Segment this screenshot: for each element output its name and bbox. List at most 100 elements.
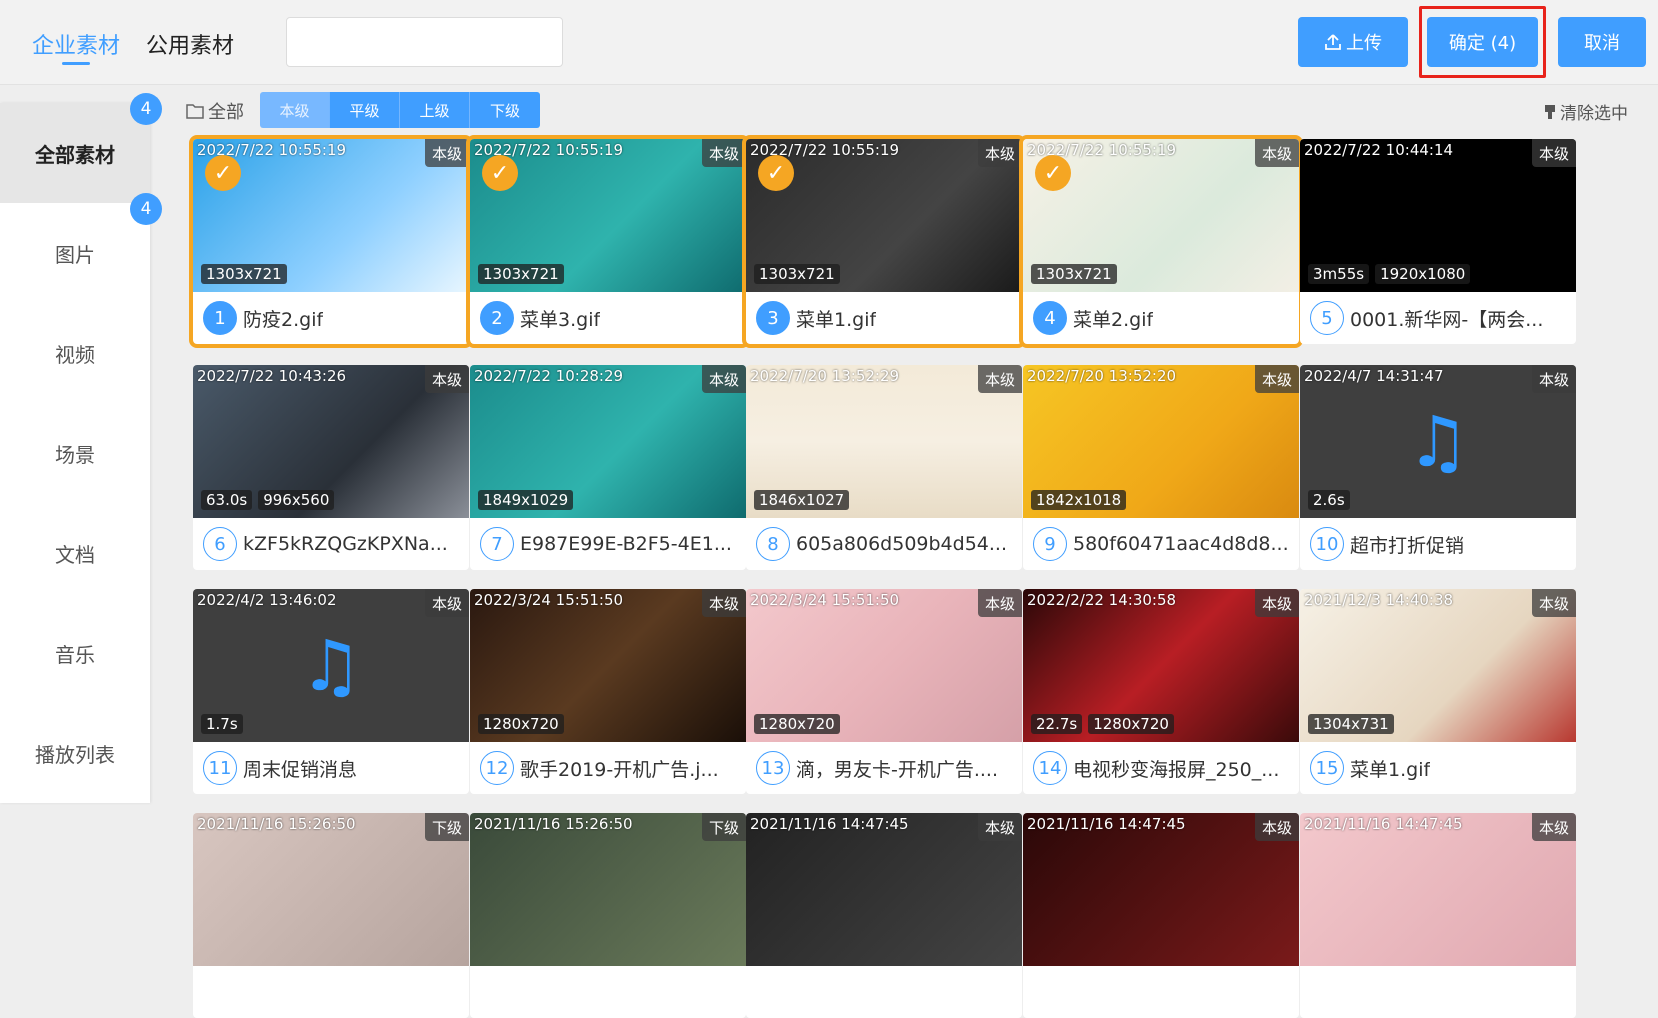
level-filter-peer[interactable]: 平级	[330, 92, 400, 128]
asset-thumbnail[interactable]: 2021/11/16 14:47:45 本级	[1300, 813, 1576, 966]
asset-card[interactable]: 2022/7/20 13:52:20 本级 1842x1018 9 580f60471a…	[1023, 365, 1299, 570]
asset-card[interactable]: 2022/7/22 10:55:19 本级 1303x721 ✓ 4 菜单2.gif	[1019, 135, 1303, 348]
upload-button[interactable]: 上传	[1298, 17, 1408, 67]
tab-public-assets[interactable]: 公用素材	[146, 28, 234, 60]
asset-timestamp: 2022/7/22 10:28:29	[474, 367, 624, 385]
category-sidebar: 全部素材 图片 视频 场景 文档 音乐 播放列表	[0, 103, 150, 803]
asset-thumbnail[interactable]: 2022/7/22 10:55:19 本级 1303x721 ✓	[1023, 139, 1299, 292]
all-folder-label: 全部	[208, 102, 244, 123]
asset-meta-item: 1303x721	[478, 264, 564, 284]
asset-card[interactable]: 2022/7/22 10:43:26 本级 63.0s 996x560 6 kZF5kRZ…	[193, 365, 469, 570]
asset-thumbnail[interactable]: 2022/7/22 10:55:19 本级 1303x721 ✓	[193, 139, 469, 292]
asset-filename: 防疫2.gif	[243, 308, 324, 331]
selected-check-icon[interactable]: ✓	[1035, 155, 1071, 191]
asset-thumbnail[interactable]: 2022/7/22 10:44:14 本级 3m55s 1920x1080	[1300, 139, 1576, 292]
asset-filename: 580f60471aac4d8d8...	[1073, 533, 1289, 555]
asset-timestamp: 2022/4/2 13:46:02	[197, 591, 337, 609]
asset-level-badge: 本级	[701, 365, 746, 393]
asset-thumbnail[interactable]: 2022/7/22 10:28:29 本级 1849x1029	[470, 365, 746, 518]
asset-index-badge: 4	[1033, 301, 1067, 335]
asset-card[interactable]: ♫ 2022/4/2 13:46:02 本级 1.7s 11 周末促销消息	[193, 589, 469, 794]
asset-caption: 4 菜单2.gif	[1023, 292, 1299, 344]
asset-card[interactable]: 2021/11/16 14:47:45 本级	[1023, 813, 1299, 1018]
asset-card[interactable]: 2021/12/3 14:40:38 本级 1304x731 15 菜单1.gif	[1300, 589, 1576, 794]
asset-thumbnail[interactable]: 2021/11/16 15:26:50 下级	[193, 813, 469, 966]
asset-card[interactable]: 2022/3/24 15:51:50 本级 1280x720 13 滴，男友卡-开机广告…	[746, 589, 1022, 794]
level-filter-self[interactable]: 本级	[260, 92, 330, 128]
asset-meta-item: 1849x1029	[478, 490, 574, 510]
asset-thumbnail[interactable]: ♫ 2022/4/2 13:46:02 本级 1.7s	[193, 589, 469, 742]
asset-card[interactable]: 2021/11/16 15:26:50 下级	[470, 813, 746, 1018]
asset-thumbnail[interactable]: ♫ 2022/4/7 14:31:47 本级 2.6s	[1300, 365, 1576, 518]
asset-meta: 1.7s	[201, 714, 243, 734]
asset-caption: 12 歌手2019-开机广告.j...	[470, 742, 746, 794]
asset-card[interactable]: ♫ 2022/4/7 14:31:47 本级 2.6s 10 超市打折促销	[1300, 365, 1576, 570]
asset-level-badge: 本级	[1254, 589, 1299, 617]
asset-card[interactable]: 2021/11/16 14:47:45 本级	[746, 813, 1022, 1018]
clear-selection-button[interactable]: 清除选中	[1544, 99, 1628, 124]
tab-enterprise-assets[interactable]: 企业素材	[32, 28, 120, 60]
level-filter-lower[interactable]: 下级	[470, 92, 540, 128]
asset-level-badge: 本级	[1531, 589, 1576, 617]
selected-check-icon[interactable]: ✓	[758, 155, 794, 191]
asset-index-badge: 14	[1033, 751, 1067, 785]
asset-card[interactable]: 2021/11/16 15:26:50 下级	[193, 813, 469, 1018]
asset-card[interactable]: 2022/7/22 10:55:19 本级 1303x721 ✓ 2 菜单3.gif	[466, 135, 750, 348]
asset-level-badge: 本级	[424, 589, 469, 617]
asset-card[interactable]: 2022/3/24 15:51:50 本级 1280x720 12 歌手2019-开机广…	[470, 589, 746, 794]
cancel-button[interactable]: 取消	[1558, 17, 1646, 67]
asset-card[interactable]: 2022/7/22 10:55:19 本级 1303x721 ✓ 1 防疫2.gif	[189, 135, 473, 348]
asset-card[interactable]: 2022/7/22 10:55:19 本级 1303x721 ✓ 3 菜单1.gif	[742, 135, 1026, 348]
asset-index-badge: 13	[756, 751, 790, 785]
asset-level-badge: 本级	[701, 139, 746, 167]
asset-meta: 1849x1029	[478, 490, 574, 510]
asset-level-badge: 本级	[977, 813, 1022, 841]
asset-thumbnail[interactable]: 2021/11/16 15:26:50 下级	[470, 813, 746, 966]
asset-timestamp: 2022/2/22 14:30:58	[1027, 591, 1177, 609]
asset-thumbnail[interactable]: 2022/7/20 13:52:20 本级 1842x1018	[1023, 365, 1299, 518]
selected-check-icon[interactable]: ✓	[482, 155, 518, 191]
asset-index-badge: 11	[203, 751, 237, 785]
confirm-button[interactable]: 确定 (4)	[1427, 17, 1538, 67]
asset-thumbnail[interactable]: 2022/7/22 10:55:19 本级 1303x721 ✓	[746, 139, 1022, 292]
sidebar-item-scenes[interactable]: 场景	[0, 403, 150, 503]
asset-meta-item: 1280x720	[1088, 714, 1174, 734]
asset-thumbnail[interactable]: 2021/12/3 14:40:38 本级 1304x731	[1300, 589, 1576, 742]
asset-timestamp: 2022/4/7 14:31:47	[1304, 367, 1444, 385]
asset-thumbnail[interactable]: 2022/7/22 10:55:19 本级 1303x721 ✓	[470, 139, 746, 292]
sidebar-item-all[interactable]: 全部素材	[0, 103, 150, 203]
asset-thumbnail[interactable]: 2022/3/24 15:51:50 本级 1280x720	[470, 589, 746, 742]
sidebar-item-playlists[interactable]: 播放列表	[0, 703, 150, 803]
asset-thumbnail[interactable]: 2021/11/16 14:47:45 本级	[746, 813, 1022, 966]
asset-card[interactable]: 2022/7/20 13:52:29 本级 1846x1027 8 605a806d50…	[746, 365, 1022, 570]
asset-caption: 13 滴，男友卡-开机广告....	[746, 742, 1022, 794]
asset-card[interactable]: 2021/11/16 14:47:45 本级	[1300, 813, 1576, 1018]
search-input[interactable]	[286, 17, 563, 67]
asset-meta-item: 996x560	[258, 490, 335, 510]
sidebar-item-music[interactable]: 音乐	[0, 603, 150, 703]
sidebar-item-videos[interactable]: 视频	[0, 303, 150, 403]
asset-card[interactable]: 2022/7/22 10:28:29 本级 1849x1029 7 E987E99E-B…	[470, 365, 746, 570]
asset-thumbnail[interactable]: 2022/3/24 15:51:50 本级 1280x720	[746, 589, 1022, 742]
asset-meta-item: 1280x720	[754, 714, 840, 734]
asset-thumbnail[interactable]: 2021/11/16 14:47:45 本级	[1023, 813, 1299, 966]
asset-level-badge: 本级	[1254, 139, 1299, 167]
asset-index-badge: 8	[756, 527, 790, 561]
selected-check-icon[interactable]: ✓	[205, 155, 241, 191]
asset-thumbnail[interactable]: 2022/7/20 13:52:29 本级 1846x1027	[746, 365, 1022, 518]
asset-index-badge: 9	[1033, 527, 1067, 561]
asset-caption: 11 周末促销消息	[193, 742, 469, 794]
asset-level-badge: 本级	[1531, 813, 1576, 841]
asset-card[interactable]: 2022/2/22 14:30:58 本级 22.7s 1280x720 14 电视秒变海…	[1023, 589, 1299, 794]
asset-meta-item: 1920x1080	[1375, 264, 1471, 284]
asset-card[interactable]: 2022/7/22 10:44:14 本级 3m55s 1920x1080 5 0001.…	[1300, 139, 1576, 344]
asset-thumbnail[interactable]: 2022/7/22 10:43:26 本级 63.0s 996x560	[193, 365, 469, 518]
asset-level-badge: 本级	[977, 365, 1022, 393]
all-folder-link[interactable]: 全部	[186, 98, 244, 124]
sidebar-item-documents[interactable]: 文档	[0, 503, 150, 603]
asset-meta: 2.6s	[1308, 490, 1350, 510]
asset-thumbnail[interactable]: 2022/2/22 14:30:58 本级 22.7s 1280x720	[1023, 589, 1299, 742]
sidebar-item-images[interactable]: 图片	[0, 203, 150, 303]
asset-filename: 605a806d509b4d54...	[796, 533, 1008, 555]
level-filter-upper[interactable]: 上级	[400, 92, 470, 128]
